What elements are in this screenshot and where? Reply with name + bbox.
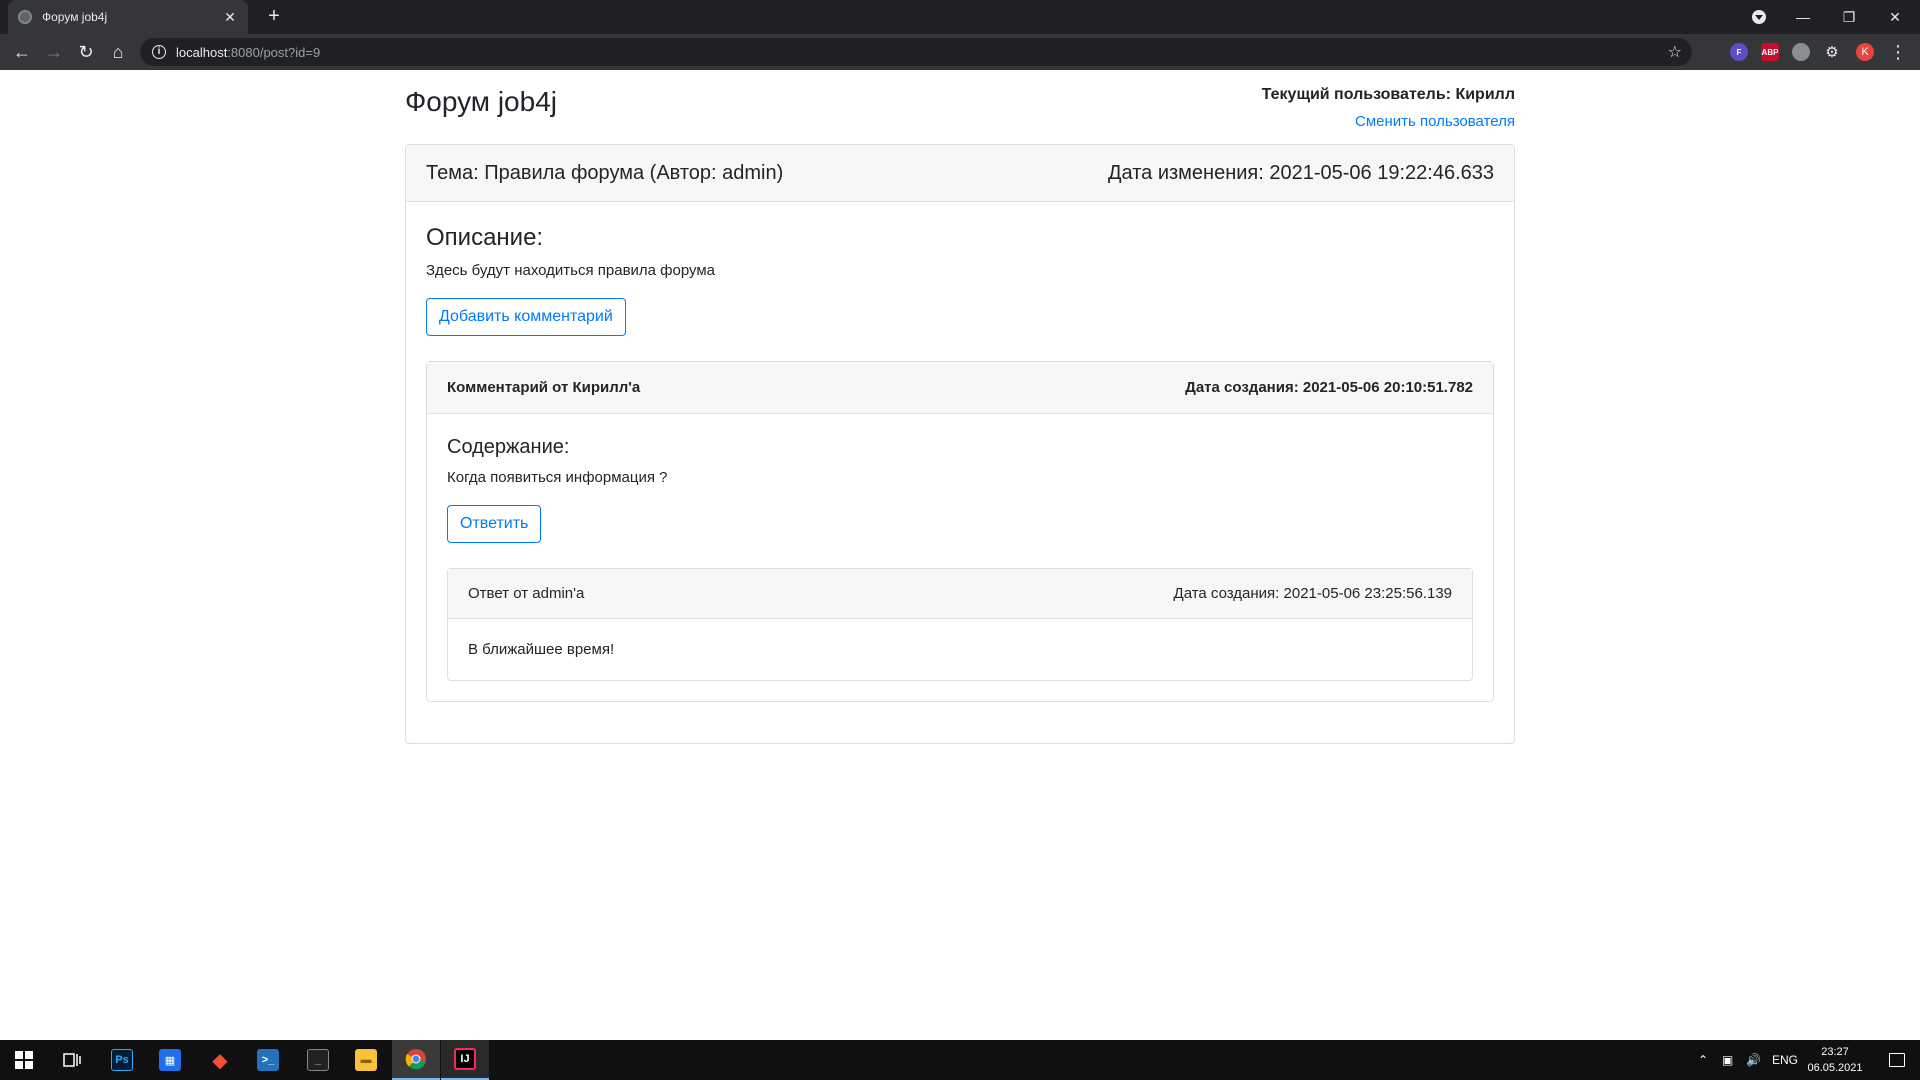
- clock-time: 23:27: [1821, 1046, 1849, 1058]
- taskbar: Ps ▦ ◆ >_ _ ▬ IJ ⌃ ▣ 🔊 ENG 23:27 06.05.2…: [0, 1040, 1920, 1080]
- ide-icon[interactable]: ▦: [146, 1040, 194, 1080]
- browser-tabbar: Форум job4j ✕ + — ❐ ✕: [0, 0, 1920, 34]
- comment-body: Содержание: Когда появиться информация ?…: [427, 414, 1493, 701]
- adblock-icon[interactable]: ABP: [1761, 43, 1779, 61]
- post-header: Тема: Правила форума (Автор: admin) Дата…: [406, 145, 1514, 202]
- tab-title: Форум job4j: [42, 10, 108, 24]
- globe-extension-icon[interactable]: [1792, 43, 1810, 61]
- reply-button[interactable]: Ответить: [447, 505, 542, 543]
- terminal-icon[interactable]: _: [294, 1040, 342, 1080]
- intellij-icon[interactable]: IJ: [441, 1040, 489, 1080]
- forward-icon[interactable]: →: [42, 40, 66, 64]
- post-description: Здесь будут находиться правила форума: [426, 262, 716, 279]
- page-content: Форум job4j Текущий пользователь: Кирилл…: [0, 70, 1920, 1040]
- photoshop-icon[interactable]: Ps: [98, 1040, 146, 1080]
- extensions-puzzle-icon[interactable]: ⚙: [1823, 43, 1841, 61]
- home-icon[interactable]: ⌂: [106, 40, 130, 64]
- close-tab-icon[interactable]: ✕: [222, 9, 238, 26]
- add-comment-button[interactable]: Добавить комментарий: [426, 298, 626, 336]
- new-tab-button[interactable]: +: [262, 5, 286, 29]
- start-icon[interactable]: [0, 1040, 48, 1080]
- comment-header: Комментарий от Кирилл'а Дата создания: 2…: [427, 362, 1493, 414]
- comment-card: Комментарий от Кирилл'а Дата создания: 2…: [426, 361, 1494, 702]
- post-modified-date: Дата изменения: 2021-05-06 19:22:46.633: [1107, 161, 1494, 184]
- reply-header: Ответ от admin'a Дата создания: 2021-05-…: [448, 569, 1472, 619]
- system-clock[interactable]: 23:27 06.05.2021: [1800, 1044, 1870, 1076]
- chrome-icon[interactable]: [392, 1040, 440, 1080]
- reply-card: Ответ от admin'a Дата создания: 2021-05-…: [447, 568, 1473, 681]
- site-info-icon[interactable]: i: [152, 45, 166, 59]
- browser-tab[interactable]: Форум job4j ✕: [8, 0, 248, 34]
- extension-f-icon[interactable]: F: [1730, 43, 1748, 61]
- current-user-label: Текущий пользователь: Кирилл: [1261, 86, 1515, 103]
- git-icon[interactable]: ◆: [196, 1040, 244, 1080]
- tab-search-icon[interactable]: [1752, 10, 1766, 24]
- clock-date: 06.05.2021: [1807, 1062, 1863, 1074]
- site-title: Форум job4j: [405, 86, 557, 117]
- reply-created-date: Дата создания: 2021-05-06 23:25:56.139: [1173, 585, 1452, 602]
- comment-author: Комментарий от Кирилл'а: [447, 379, 641, 396]
- address-bar[interactable]: i localhost:8080/post?id=9 ☆: [140, 38, 1692, 66]
- comment-text: Когда появиться информация ?: [447, 469, 668, 486]
- url-path: :8080/post?id=9: [227, 44, 321, 60]
- post-card: Тема: Правила форума (Автор: admin) Дата…: [405, 144, 1515, 744]
- post-topic: Тема: Правила форума (Автор: admin): [426, 161, 784, 184]
- switch-user-link[interactable]: Сменить пользователя: [1262, 113, 1515, 130]
- reply-author: Ответ от admin'a: [468, 585, 585, 602]
- bookmark-star-icon[interactable]: ☆: [1668, 42, 1682, 62]
- comment-created-date: Дата создания: 2021-05-06 20:10:51.782: [1185, 379, 1473, 396]
- globe-favicon-icon: [18, 10, 32, 24]
- task-view-icon[interactable]: [48, 1040, 96, 1080]
- browser-menu-icon[interactable]: ⋮: [1886, 40, 1910, 64]
- reload-icon[interactable]: ↻: [74, 40, 98, 64]
- volume-icon[interactable]: 🔊: [1746, 1040, 1761, 1080]
- content-title: Содержание:: [447, 436, 570, 458]
- language-indicator[interactable]: ENG: [1772, 1040, 1798, 1080]
- file-explorer-icon[interactable]: ▬: [342, 1040, 390, 1080]
- back-icon[interactable]: ←: [10, 40, 34, 64]
- powershell-icon[interactable]: >_: [244, 1040, 292, 1080]
- notification-center-icon[interactable]: [1874, 1040, 1920, 1080]
- window-close-icon[interactable]: ✕: [1872, 0, 1918, 34]
- restore-icon[interactable]: ❐: [1826, 0, 1872, 34]
- reply-text: В ближайшее время!: [468, 641, 615, 658]
- tray-chevron-icon[interactable]: ⌃: [1698, 1040, 1708, 1080]
- browser-toolbar: ← → ↻ ⌂ i localhost:8080/post?id=9 ☆ F A…: [0, 34, 1920, 70]
- user-block: Текущий пользователь: Кирилл Сменить пол…: [1262, 86, 1515, 130]
- profile-avatar[interactable]: K: [1856, 43, 1874, 61]
- minimize-icon[interactable]: —: [1780, 0, 1826, 34]
- url-host: localhost: [176, 44, 228, 60]
- network-icon[interactable]: ▣: [1722, 1040, 1733, 1080]
- description-title: Описание:: [426, 224, 544, 251]
- post-body: Описание: Здесь будут находиться правила…: [406, 202, 1514, 722]
